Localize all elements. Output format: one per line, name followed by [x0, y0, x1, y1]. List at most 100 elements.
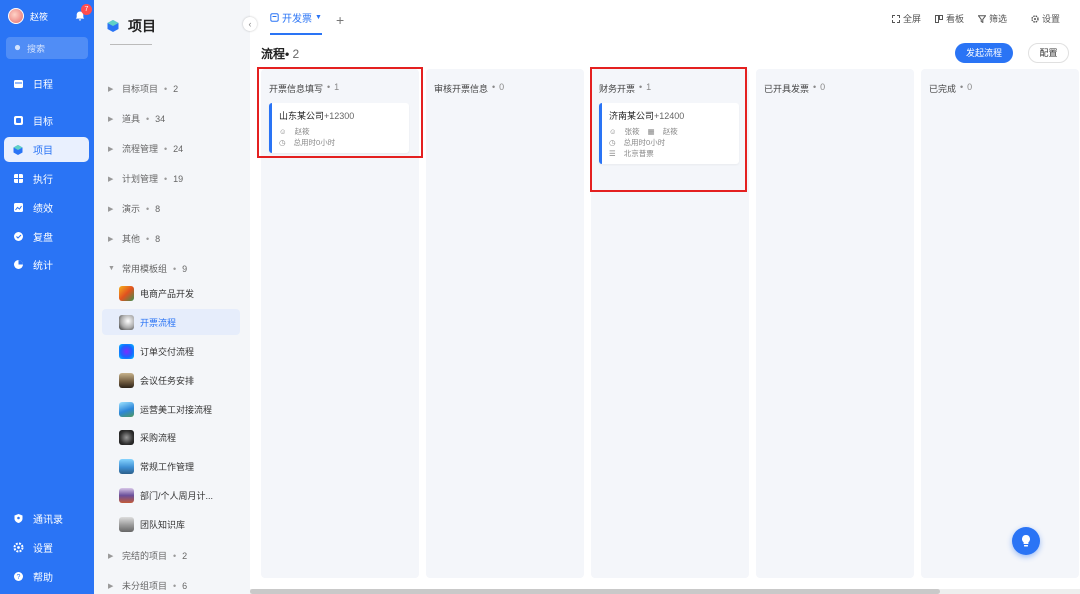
- lightbulb-icon: [1022, 535, 1030, 547]
- grid-icon: [12, 173, 24, 185]
- template-item[interactable]: 电商产品开发: [102, 280, 240, 306]
- group-count: 2: [182, 550, 188, 561]
- group-count-sep: •: [146, 233, 150, 244]
- contacts-icon: [12, 513, 24, 525]
- scrollbar-thumb[interactable]: [250, 589, 940, 594]
- add-tab-button[interactable]: +: [336, 12, 344, 28]
- view-tabs: 开发票 ▼ +: [270, 10, 344, 35]
- start-flow-button[interactable]: 发起流程: [955, 43, 1013, 63]
- target-icon: [12, 115, 24, 127]
- nav-item-schedule[interactable]: 日程: [4, 71, 89, 96]
- template-item[interactable]: 常规工作管理: [102, 453, 240, 479]
- column-header: 审核开票信息 • 0: [434, 82, 504, 95]
- column-count-sep: •: [960, 82, 964, 92]
- group-count: 8: [155, 203, 161, 214]
- column-count: 0: [820, 82, 826, 92]
- nav-label: 绩效: [33, 204, 53, 215]
- group-count: 24: [173, 143, 184, 154]
- nav-label: 复盘: [33, 233, 53, 244]
- group-item[interactable]: ▶ 其他 • 8: [108, 232, 160, 245]
- nav-item-settings[interactable]: 设置: [4, 535, 89, 560]
- filter-icon: [977, 14, 986, 23]
- group-count-sep: •: [164, 143, 168, 154]
- template-label: 部门/个人周月计...: [140, 490, 214, 501]
- fullscreen-button[interactable]: 全屏: [891, 12, 921, 25]
- caret-right-icon: ▶: [108, 145, 114, 153]
- nav-item-goals[interactable]: 目标: [4, 108, 89, 133]
- caret-right-icon: ▶: [108, 235, 114, 243]
- user-name: 赵筱: [30, 11, 49, 22]
- group-label: 计划管理: [122, 174, 159, 184]
- help-icon: ?: [12, 571, 24, 583]
- group-label: 流程管理: [122, 144, 159, 154]
- group-count: 8: [155, 233, 161, 244]
- user-profile[interactable]: 赵筱: [8, 8, 48, 24]
- nav-label: 统计: [33, 261, 53, 272]
- group-label: 其他: [122, 234, 141, 244]
- tips-button[interactable]: [1012, 527, 1040, 555]
- template-item[interactable]: 团队知识库: [102, 511, 240, 537]
- nav-item-stats[interactable]: 统计: [4, 252, 89, 277]
- group-count-sep: •: [173, 550, 177, 561]
- board-label: 看板: [945, 14, 964, 24]
- nav-item-execute[interactable]: 执行: [4, 166, 89, 191]
- group-item[interactable]: ▶ 道具 • 34: [108, 112, 165, 125]
- panel-title-text: 项目: [128, 18, 156, 34]
- main-board: 开发票 ▼ + 全屏 看板 筛选 设置 流程• 2 发起流程 配置 开票信息填写…: [250, 0, 1080, 594]
- fullscreen-icon: [891, 14, 900, 23]
- group-label: 演示: [122, 204, 141, 214]
- board-tab-icon: [270, 13, 279, 22]
- column-header: 已完成 • 0: [929, 82, 972, 95]
- group-item[interactable]: ▶ 流程管理 • 24: [108, 142, 183, 155]
- template-thumbnail: [119, 401, 134, 417]
- nav-label: 项目: [33, 146, 53, 157]
- truncated-group: [110, 44, 152, 48]
- caret-right-icon: ▶: [108, 175, 114, 183]
- template-item[interactable]: 部门/个人周月计...: [102, 482, 240, 508]
- column-count-sep: •: [492, 82, 496, 92]
- group-count-sep: •: [173, 263, 177, 274]
- tab-invoice[interactable]: 开发票 ▼: [270, 10, 322, 35]
- nav-item-help[interactable]: ? 帮助: [4, 564, 89, 589]
- config-button[interactable]: 配置: [1028, 43, 1069, 63]
- avatar[interactable]: [8, 8, 24, 24]
- group-item-expanded[interactable]: ▼ 常用模板组 • 9: [108, 262, 187, 275]
- group-label: 未分组项目: [122, 581, 168, 591]
- template-item[interactable]: 采购流程: [102, 424, 240, 450]
- gear-icon: [12, 542, 24, 554]
- chart-icon: [12, 202, 24, 214]
- project-panel: 项目 ‹ ▶ 目标项目 • 2 ▶ 道具 • 34 ▶ 流程管理 • 24 ▶ 计划管理 • 19 ▶ 演…: [94, 0, 257, 594]
- group-label: 目标项目: [122, 84, 159, 94]
- template-label: 团队知识库: [140, 519, 186, 530]
- horizontal-scrollbar[interactable]: [250, 589, 1080, 594]
- page-title: 流程• 2: [261, 45, 299, 62]
- template-item[interactable]: 运营美工对接流程: [102, 396, 240, 422]
- nav-label: 日程: [33, 80, 53, 91]
- template-label: 开票流程: [140, 317, 177, 328]
- board-button[interactable]: 看板: [934, 12, 964, 25]
- nav-item-review[interactable]: 复盘: [4, 224, 89, 249]
- template-item[interactable]: 会议任务安排: [102, 367, 240, 393]
- template-thumbnail: [119, 516, 134, 532]
- settings-button[interactable]: 设置: [1031, 12, 1060, 25]
- column-header: 已开具发票 • 0: [764, 82, 825, 95]
- group-item[interactable]: ▶ 完结的项目 • 2: [108, 549, 187, 562]
- collapse-panel-button[interactable]: ‹: [243, 17, 257, 31]
- search-input[interactable]: 搜索: [6, 37, 88, 59]
- group-item[interactable]: ▶ 目标项目 • 2: [108, 82, 178, 95]
- template-thumbnail: [119, 487, 134, 503]
- nav-item-projects[interactable]: 项目: [4, 137, 89, 162]
- nav-item-contacts[interactable]: 通讯录: [4, 506, 89, 531]
- nav-item-performance[interactable]: 绩效: [4, 195, 89, 220]
- template-item-active[interactable]: 开票流程: [102, 309, 240, 335]
- template-item[interactable]: 订单交付流程: [102, 338, 240, 364]
- group-item[interactable]: ▶ 演示 • 8: [108, 202, 160, 215]
- toolbar: 全屏 看板 筛选 设置: [891, 12, 1060, 25]
- group-item[interactable]: ▶ 计划管理 • 19: [108, 172, 183, 185]
- filter-label: 筛选: [988, 14, 1007, 24]
- caret-right-icon: ▶: [108, 582, 114, 590]
- group-count-sep: •: [146, 113, 150, 124]
- filter-button[interactable]: 筛选: [977, 12, 1007, 25]
- nav-label: 执行: [33, 175, 53, 186]
- group-item[interactable]: ▶ 未分组项目 • 6: [108, 579, 187, 592]
